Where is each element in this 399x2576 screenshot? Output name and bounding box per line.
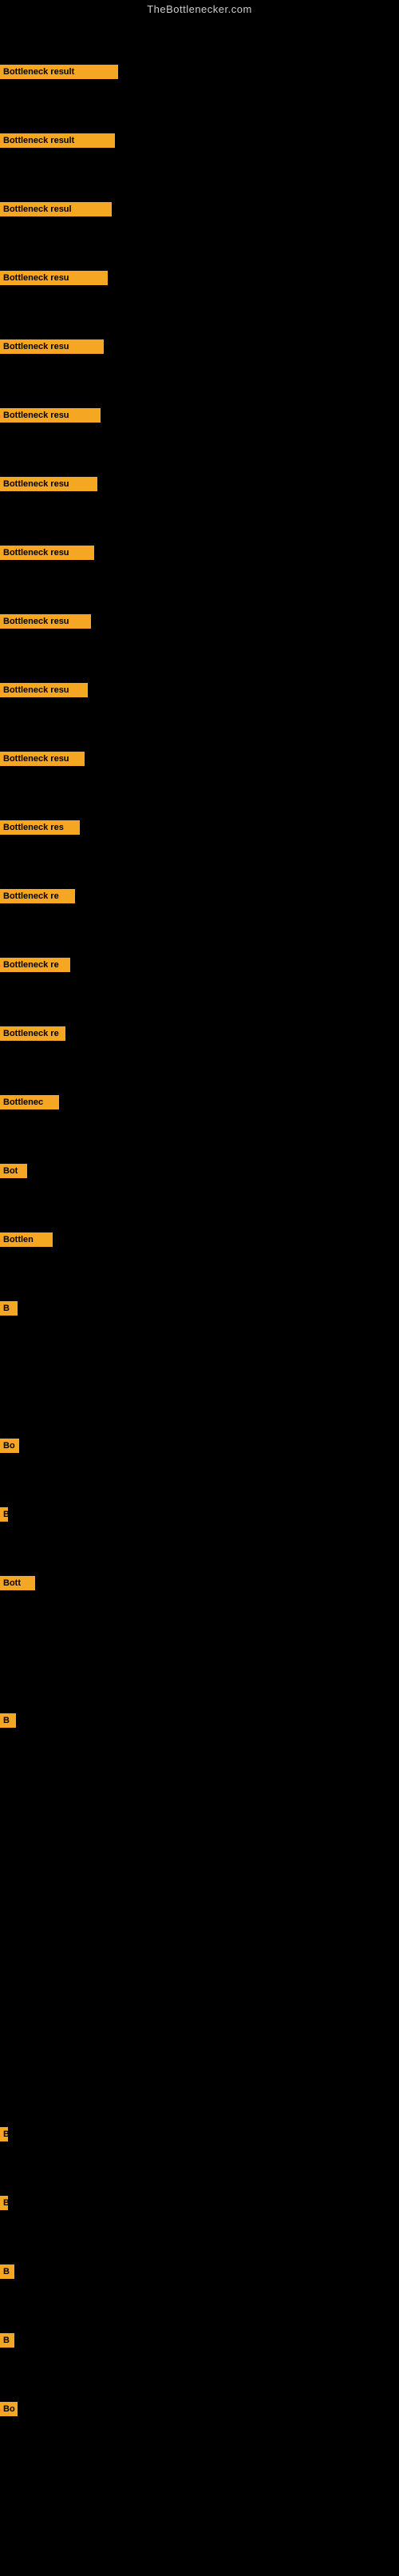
bar-label-15: Bottleneck re [0,1026,65,1041]
bar-label-20: Bo [0,1439,19,1453]
bar-label-14: Bottleneck re [0,958,70,972]
bar-row-6: Bottleneck resu [0,408,101,423]
bar-row-13: Bottleneck re [0,889,75,903]
bar-row-21: B [0,1507,8,1522]
bar-label-12: Bottleneck res [0,820,80,835]
bar-row-20: Bo [0,1439,19,1453]
bar-label-18: Bottlen [0,1232,53,1247]
bar-label-26: B [0,2264,14,2279]
bar-label-23: B [0,1713,16,1728]
bar-label-22: Bott [0,1576,35,1590]
bar-row-9: Bottleneck resu [0,614,91,629]
bar-row-27: B [0,2333,14,2348]
bar-label-11: Bottleneck resu [0,752,85,766]
bar-label-21: B [0,1507,8,1522]
bar-label-3: Bottleneck resul [0,202,112,216]
bar-label-19: B [0,1301,18,1316]
bar-label-9: Bottleneck resu [0,614,91,629]
bar-label-28: Bo [0,2402,18,2416]
bar-row-12: Bottleneck res [0,820,80,835]
bar-row-28: Bo [0,2402,18,2416]
bar-label-2: Bottleneck result [0,133,115,148]
bar-row-11: Bottleneck resu [0,752,85,766]
bar-label-27: B [0,2333,14,2348]
bar-label-17: Bot [0,1164,27,1178]
bar-row-8: Bottleneck resu [0,546,94,560]
bar-label-4: Bottleneck resu [0,271,108,285]
bar-row-19: B [0,1301,18,1316]
bar-label-6: Bottleneck resu [0,408,101,423]
bar-label-1: Bottleneck result [0,65,118,79]
bar-label-25: B [0,2196,8,2210]
bar-row-24: B [0,2127,8,2141]
bar-row-16: Bottlenec [0,1095,59,1109]
bar-label-8: Bottleneck resu [0,546,94,560]
bar-label-13: Bottleneck re [0,889,75,903]
bar-row-22: Bott [0,1576,35,1590]
bar-row-5: Bottleneck resu [0,339,104,354]
bar-row-26: B [0,2264,14,2279]
bar-row-2: Bottleneck result [0,133,115,148]
bar-row-15: Bottleneck re [0,1026,65,1041]
bar-label-7: Bottleneck resu [0,477,97,491]
bar-label-5: Bottleneck resu [0,339,104,354]
bar-row-1: Bottleneck result [0,65,118,79]
bar-row-17: Bot [0,1164,27,1178]
bar-label-10: Bottleneck resu [0,683,88,697]
bar-row-25: B [0,2196,8,2210]
bar-row-23: B [0,1713,16,1728]
site-title: TheBottlenecker.com [0,0,399,20]
bar-row-7: Bottleneck resu [0,477,97,491]
bar-label-24: B [0,2127,8,2141]
bar-row-3: Bottleneck resul [0,202,112,216]
bar-label-16: Bottlenec [0,1095,59,1109]
bar-row-18: Bottlen [0,1232,53,1247]
bar-row-4: Bottleneck resu [0,271,108,285]
bar-row-14: Bottleneck re [0,958,70,972]
bar-row-10: Bottleneck resu [0,683,88,697]
